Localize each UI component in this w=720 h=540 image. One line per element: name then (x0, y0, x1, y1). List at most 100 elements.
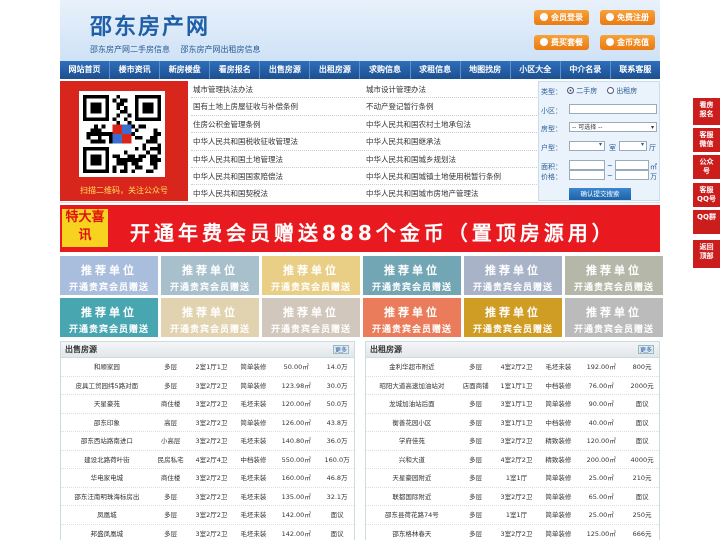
table-cell[interactable]: 天星豪苑 (61, 395, 153, 413)
table-cell[interactable]: 和顺家园 (61, 358, 153, 376)
table-row[interactable]: 邦盛凤凰城 多层 3室2厅2卫 毛坯未装 142.00㎡ 面议 (61, 525, 354, 540)
law-link[interactable]: 中华人民共和国国家赔偿法 (191, 168, 364, 184)
side-item-3[interactable]: 客服QQ号 (693, 183, 720, 207)
table-row[interactable]: 龙城加油站后面 多层 3室1厅1卫 简单装修 90.00㎡ 面议 (366, 395, 659, 414)
side-item-0[interactable]: 看房报名 (693, 98, 720, 125)
table-row[interactable]: 邵东西站路南进口 小高层 3室2厅2卫 毛坯未装 140.80㎡ 36.0万 (61, 432, 354, 451)
table-row[interactable]: 皮具工贸园纬5路对面 多层 3室2厅2卫 简单装修 123.98㎡ 30.0万 (61, 377, 354, 395)
table-cell[interactable]: 凤凰城 (61, 506, 153, 524)
nav-item-1[interactable]: 楼市资讯 (110, 61, 161, 79)
nav-item-6[interactable]: 求购信息 (360, 61, 411, 79)
recommend-unit[interactable]: 推荐单位 开通贵宾会员赠送 (363, 298, 461, 337)
table-cell[interactable]: 兴和大道 (366, 451, 458, 469)
nav-item-2[interactable]: 新房楼盘 (160, 61, 211, 79)
recommend-unit[interactable]: 推荐单位 开通贵宾会员赠送 (60, 298, 158, 337)
nav-item-8[interactable]: 地图找房 (461, 61, 511, 79)
area-input[interactable] (569, 104, 657, 114)
table-cell[interactable]: 皮具工贸园纬5路对面 (61, 377, 153, 395)
table-cell[interactable]: 邵东印象 (61, 414, 153, 432)
recommend-unit[interactable]: 推荐单位 开通贵宾会员赠送 (161, 256, 259, 295)
table-row[interactable]: 天星豪园附近 多层 1室1厅 简单装修 25.00㎡ 210元 (366, 469, 659, 488)
table-cell[interactable]: 天星豪园附近 (366, 469, 458, 487)
nav-item-9[interactable]: 小区大全 (511, 61, 561, 79)
side-item-1[interactable]: 客服微信 (693, 128, 720, 152)
table-row[interactable]: 凤凰城 多层 3室2厅2卫 毛坯未装 142.00㎡ 面议 (61, 506, 354, 525)
room-select[interactable]: ▾ (569, 141, 605, 151)
law-link[interactable]: 中华人民共和国城乡规划法 (364, 151, 537, 167)
login-button[interactable]: 会员登录 (534, 10, 589, 25)
house-select[interactable]: -- 可选择 -- ▾ (569, 122, 657, 132)
table-cell[interactable]: 联都国际附近 (366, 488, 458, 506)
recommend-unit[interactable]: 推荐单位 开通贵宾会员赠送 (60, 256, 158, 295)
type-radio-secondhand[interactable]: 二手房 (567, 86, 597, 96)
nav-item-5[interactable]: 出租房源 (310, 61, 361, 79)
table-row[interactable]: 邵东县荷花路74号 多层 1室1厅 简单装修 25.00㎡ 250元 (366, 506, 659, 525)
nav-item-0[interactable]: 网站首页 (60, 61, 111, 79)
sale-more-button[interactable]: 更多 (333, 345, 349, 354)
law-link[interactable]: 国有土地上房屋征收与补偿条例 (191, 98, 364, 114)
hall-select[interactable]: ▾ (619, 141, 647, 151)
law-link[interactable]: 中华人民共和国契税法 (191, 185, 364, 201)
table-cell[interactable]: 衡善花园小区 (366, 414, 458, 432)
nav-item-10[interactable]: 中介名录 (561, 61, 611, 79)
law-link[interactable]: 中华人民共和国城市房地产管理法 (364, 185, 537, 201)
recommend-unit[interactable]: 推荐单位 开通贵宾会员赠送 (262, 298, 360, 337)
law-link[interactable]: 中华人民共和国税收征收管理法 (191, 133, 364, 149)
table-row[interactable]: 和顺家园 多层 2室1厅1卫 简单装修 50.00㎡ 14.0万 (61, 358, 354, 377)
law-link[interactable]: 中华人民共和国继承法 (364, 133, 537, 149)
table-row[interactable]: 邵东汪南明珠海标房出 多层 3室2厅2卫 毛坯未装 135.00㎡ 32.1万 (61, 488, 354, 506)
type-radio-rental[interactable]: 出租房 (607, 86, 637, 96)
nav-item-11[interactable]: 联系客服 (611, 61, 660, 79)
recharge-button[interactable]: 金币充值 (600, 35, 655, 50)
recommend-unit[interactable]: 推荐单位 开通贵宾会员赠送 (464, 298, 562, 337)
recommend-unit[interactable]: 推荐单位 开通贵宾会员赠送 (565, 298, 663, 337)
table-row[interactable]: 兴和大道 多层 4室2厅2卫 精致装修 200.00㎡ 4000元 (366, 451, 659, 469)
table-cell[interactable]: 邦盛凤凰城 (61, 525, 153, 540)
rent-more-button[interactable]: 更多 (638, 345, 654, 354)
nav-item-4[interactable]: 出售房源 (260, 61, 311, 79)
table-row[interactable]: 建设北路荷叶街 民房私宅 4室2厅4卫 中档装修 550.00㎡ 160.0万 (61, 451, 354, 469)
recommend-unit[interactable]: 推荐单位 开通贵宾会员赠送 (363, 256, 461, 295)
law-link[interactable]: 中华人民共和国农村土地承包法 (364, 116, 537, 132)
table-row[interactable]: 邵东印象 高层 3室2厅2卫 简单装修 126.00㎡ 43.8万 (61, 414, 354, 432)
law-link[interactable]: 中华人民共和国土地管理法 (191, 151, 364, 167)
table-cell[interactable]: 华电家电城 (61, 469, 153, 487)
law-link[interactable]: 城市设计管理办法 (364, 81, 537, 97)
table-row[interactable]: 学府佳苑 多层 3室2厅2卫 精致装修 120.00㎡ 面议 (366, 432, 659, 451)
table-row[interactable]: 邵东格林春天 多层 3室2厅2卫 简单装修 125.00㎡ 666元 (366, 525, 659, 540)
table-cell[interactable]: 龙城加油站后面 (366, 395, 458, 413)
table-cell[interactable]: 学府佳苑 (366, 432, 458, 450)
law-link[interactable]: 城市管理执法办法 (191, 81, 364, 97)
nav-item-3[interactable]: 看房报名 (210, 61, 261, 79)
table-row[interactable]: 金利华超市附近 多层 4室2厅2卫 毛坯未装 192.00㎡ 800元 (366, 358, 659, 377)
table-cell[interactable]: 邵东西站路南进口 (61, 432, 153, 450)
size-max-input[interactable] (615, 160, 649, 170)
link-rental[interactable]: 邵东房产网出租房信息 (181, 45, 261, 54)
table-row[interactable]: 天星豪苑 商住楼 3室2厅2卫 毛坯未装 120.00㎡ 50.0万 (61, 395, 354, 414)
law-link[interactable]: 中华人民共和国城镇土地使用税暂行条例 (364, 168, 537, 184)
side-item-5[interactable]: 返回顶部 (693, 240, 720, 268)
recommend-unit[interactable]: 推荐单位 开通贵宾会员赠送 (464, 256, 562, 295)
recommend-unit[interactable]: 推荐单位 开通贵宾会员赠送 (161, 298, 259, 337)
table-row[interactable]: 华电家电城 商住楼 3室2厅2卫 毛坯未装 160.00㎡ 46.8万 (61, 469, 354, 488)
recommend-unit[interactable]: 推荐单位 开通贵宾会员赠送 (565, 256, 663, 295)
table-row[interactable]: 昭阳大道高速加油站对 店面商铺 1室1厅1卫 中档装修 76.00㎡ 2000元 (366, 377, 659, 395)
table-cell[interactable]: 邵东汪南明珠海标房出 (61, 488, 153, 506)
link-second-hand[interactable]: 邵东房产网二手房信息 (90, 45, 170, 54)
register-button[interactable]: 免费注册 (600, 10, 655, 25)
table-row[interactable]: 联都国际附近 多层 3室2厅2卫 简单装修 65.00㎡ 面议 (366, 488, 659, 506)
table-cell[interactable]: 邵东县荷花路74号 (366, 506, 458, 524)
law-link[interactable]: 不动产登记暂行条例 (364, 98, 537, 114)
nav-item-7[interactable]: 求租信息 (411, 61, 461, 79)
law-link[interactable]: 住房公积金管理条例 (191, 116, 364, 132)
side-item-4[interactable]: QQ群 (693, 210, 720, 234)
size-min-input[interactable] (569, 160, 605, 170)
recommend-unit[interactable]: 推荐单位 开通贵宾会员赠送 (262, 256, 360, 295)
package-button[interactable]: 费买套餐 (534, 35, 589, 50)
promo-banner[interactable]: 特大喜讯 开通年费会员赠送888个金币（置顶房源用） (60, 205, 660, 252)
table-cell[interactable]: 建设北路荷叶街 (61, 451, 153, 469)
table-cell[interactable]: 邵东格林春天 (366, 525, 458, 540)
side-item-2[interactable]: 公众号 (693, 155, 720, 179)
table-cell[interactable]: 昭阳大道高速加油站对 (366, 377, 458, 395)
table-row[interactable]: 衡善花园小区 多层 3室1厅1卫 中档装修 40.00㎡ 面议 (366, 414, 659, 432)
